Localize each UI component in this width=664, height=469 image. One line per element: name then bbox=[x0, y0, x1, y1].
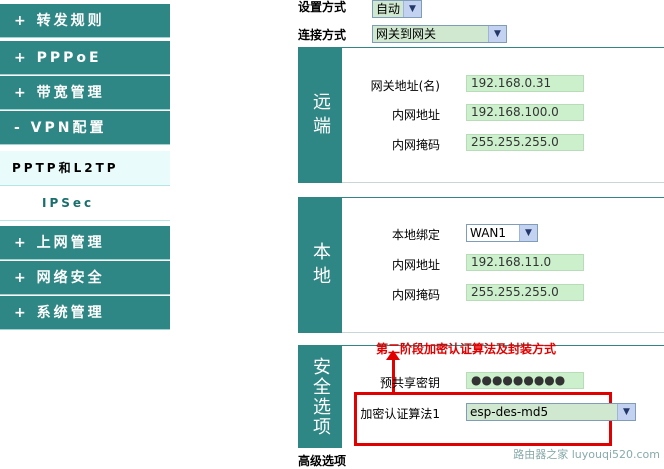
menu-network-security[interactable]: + 网络安全 bbox=[0, 261, 170, 295]
encryption-algorithm-label: 加密认证算法1 bbox=[360, 407, 440, 421]
watermark: 路由器之家 luyouqi520.com bbox=[513, 448, 660, 461]
menu-label: + 带宽管理 bbox=[14, 85, 105, 101]
chevron-down-icon: ▼ bbox=[403, 1, 421, 17]
submenu-label: PPTP和L2TP bbox=[12, 161, 119, 175]
local-lan-input[interactable]: 192.168.11.0 bbox=[466, 254, 584, 271]
encryption-algorithm-select[interactable]: esp-des-md5 ▼ bbox=[466, 403, 636, 421]
remote-mask-label: 内网掩码 bbox=[391, 138, 440, 152]
menu-label: + 系统管理 bbox=[14, 305, 105, 321]
menu-internet-management[interactable]: + 上网管理 bbox=[0, 226, 170, 260]
menu-label: - VPN配置 bbox=[14, 120, 107, 136]
annotation-arrowhead bbox=[386, 350, 400, 360]
chevron-down-icon: ▼ bbox=[617, 404, 635, 420]
local-bind-label: 本地绑定 bbox=[391, 228, 440, 242]
setup-mode-value: 自动 bbox=[376, 2, 401, 16]
menu-label: + 上网管理 bbox=[14, 235, 105, 251]
security-section-title: 安全选项 bbox=[298, 346, 342, 448]
local-lan-label: 内网地址 bbox=[391, 258, 440, 272]
gateway-address-input[interactable]: 192.168.0.31 bbox=[466, 75, 584, 92]
remote-mask-input[interactable]: 255.255.255.0 bbox=[466, 134, 584, 151]
psk-input[interactable]: ●●●●●●●●● bbox=[466, 372, 584, 389]
psk-label: 预共享密钥 bbox=[379, 376, 440, 390]
menu-system-management[interactable]: + 系统管理 bbox=[0, 296, 170, 330]
submenu-ipsec[interactable]: IPSec bbox=[0, 186, 170, 221]
menu-label: + 转发规则 bbox=[14, 13, 105, 29]
remote-lan-input[interactable]: 192.168.100.0 bbox=[466, 104, 584, 121]
menu-bandwidth[interactable]: + 带宽管理 bbox=[0, 76, 170, 110]
connection-mode-label: 连接方式 bbox=[298, 28, 347, 42]
local-section-title: 本地 bbox=[298, 198, 342, 333]
menu-label: + PPPoE bbox=[14, 50, 102, 66]
chevron-down-icon: ▼ bbox=[488, 26, 506, 42]
menu-pppoe[interactable]: + PPPoE bbox=[0, 41, 170, 75]
gateway-address-label: 网关地址(名) bbox=[370, 79, 440, 93]
annotation-text: 第二阶段加密认证算法及封装方式 bbox=[376, 342, 557, 356]
encryption-algorithm-value: esp-des-md5 bbox=[470, 405, 549, 419]
submenu-label: IPSec bbox=[42, 196, 95, 210]
remote-lan-label: 内网地址 bbox=[391, 108, 440, 122]
local-bind-value: WAN1 bbox=[470, 226, 507, 240]
connection-mode-value: 网关到网关 bbox=[376, 27, 437, 41]
local-bind-select[interactable]: WAN1 ▼ bbox=[466, 224, 538, 242]
divider bbox=[342, 182, 664, 183]
menu-label: + 网络安全 bbox=[14, 270, 105, 286]
setup-mode-label: 设置方式 bbox=[298, 0, 347, 14]
divider bbox=[342, 332, 664, 333]
advanced-options-label: 高级选项 bbox=[298, 454, 347, 468]
local-mask-label: 内网掩码 bbox=[391, 288, 440, 302]
menu-vpn-config[interactable]: - VPN配置 bbox=[0, 111, 170, 145]
sidebar: + 转发规则 + PPPoE + 带宽管理 - VPN配置 PPTP和L2TP … bbox=[0, 0, 170, 332]
chevron-down-icon: ▼ bbox=[519, 225, 537, 241]
connection-mode-select[interactable]: 网关到网关 ▼ bbox=[372, 25, 507, 43]
menu-forwarding-rules[interactable]: + 转发规则 bbox=[0, 4, 170, 38]
setup-mode-select[interactable]: 自动 ▼ bbox=[372, 0, 422, 18]
remote-section-title: 远端 bbox=[298, 48, 342, 183]
submenu-pptp-l2tp[interactable]: PPTP和L2TP bbox=[0, 151, 170, 186]
local-mask-input[interactable]: 255.255.255.0 bbox=[466, 284, 584, 301]
